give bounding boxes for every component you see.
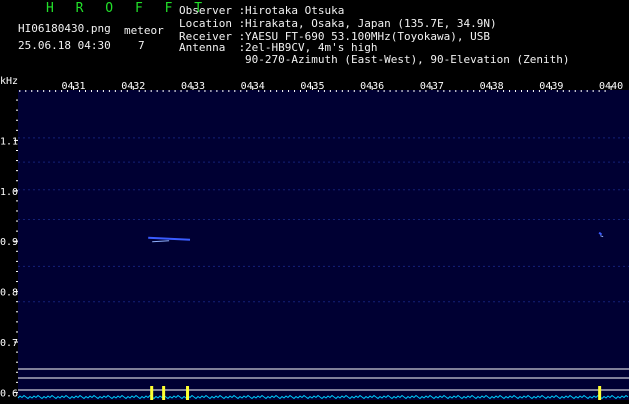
x-tick-label: 0434 xyxy=(241,81,265,92)
meteor-count: 7 xyxy=(138,39,145,52)
spectrum-peak xyxy=(150,386,154,400)
x-tick-label: 0437 xyxy=(420,81,444,92)
spectrum-peak xyxy=(598,386,602,400)
x-tick-label: 0435 xyxy=(300,81,324,92)
plot-area xyxy=(18,90,629,400)
y-tick-label: 0.6 xyxy=(0,388,18,399)
file-name: HI06180430.png xyxy=(18,22,111,35)
x-tick-label: 0439 xyxy=(539,81,563,92)
spectrogram-svg: kHz 0431 0432 0433 0434 0435 0436 0437 0438 0439… xyxy=(0,76,629,400)
x-tick-label: 0438 xyxy=(480,81,504,92)
y-unit-label: kHz xyxy=(0,76,18,87)
x-tick-label: 0436 xyxy=(360,81,384,92)
location-key: Location : xyxy=(179,17,246,30)
observer-key: Observer : xyxy=(179,4,246,17)
x-tick-label: 0433 xyxy=(181,81,205,92)
x-tick-label: 0440 xyxy=(599,81,623,92)
spectrogram: kHz 0431 0432 0433 0434 0435 0436 0437 0438 0439… xyxy=(0,74,629,400)
x-tick-label: 0432 xyxy=(121,81,145,92)
y-tick-label: 0.9 xyxy=(0,237,18,248)
y-tick-label: 0.8 xyxy=(0,288,18,299)
x-tick-label: 0431 xyxy=(61,81,85,92)
meteor-label: meteor xyxy=(124,24,164,37)
spectrum-peak xyxy=(162,386,166,400)
y-tick-label: 1.0 xyxy=(0,187,18,198)
y-tick-label: 0.7 xyxy=(0,338,18,349)
antenna-line2: 90-270-Azimuth (East-West), 90-Elevation… xyxy=(245,53,570,66)
antenna-key: Antenna : xyxy=(179,41,246,54)
date-time: 25.06.18 04:30 xyxy=(18,39,111,52)
location-value: Hirakata, Osaka, Japan (135.7E, 34.9N) xyxy=(245,17,497,30)
y-tick-label: 1.1 xyxy=(0,136,18,147)
spectrum-peak xyxy=(186,386,190,400)
observer-value: Hirotaka Otsuka xyxy=(245,4,345,17)
